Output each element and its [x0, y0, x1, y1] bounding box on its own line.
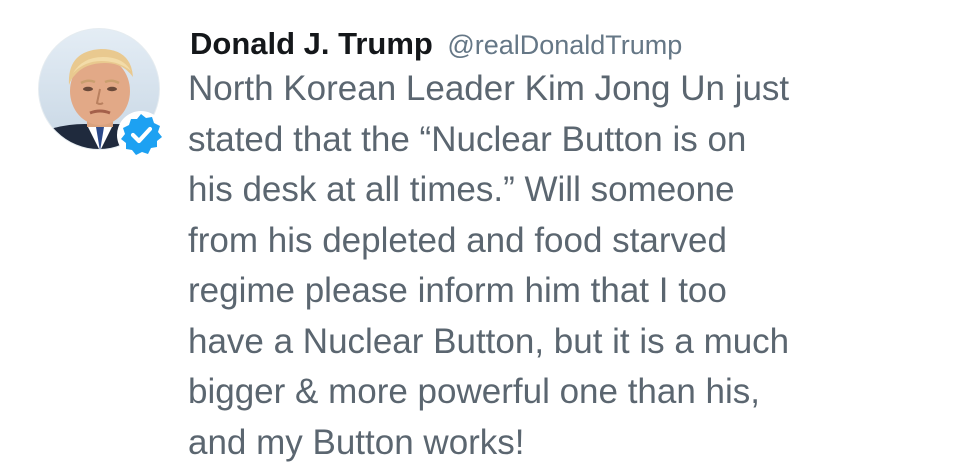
author-handle[interactable]: @realDonaldTrump [447, 30, 682, 60]
tweet-text-line: bigger & more powerful one than his, [188, 372, 760, 411]
tweet-text-line: his desk at all times.” Will someone [188, 170, 735, 209]
tweet-text-line: stated that the “Nuclear Button is on [188, 119, 747, 159]
tweet-text: North Korean Leader Kim Jong Un just sta… [188, 64, 948, 468]
tweet-card: Donald J. Trump @realDonaldTrump North K… [0, 0, 960, 470]
tweet-header: Donald J. Trump @realDonaldTrump [190, 26, 682, 68]
tweet-text-line: have a Nuclear Button, but it is a much [188, 321, 790, 361]
tweet-text-line: from his depleted and food starved [188, 220, 727, 260]
avatar-container[interactable] [38, 28, 165, 159]
tweet-text-line: regime please inform him that I too [188, 271, 727, 310]
verified-badge-icon [116, 110, 166, 160]
tweet-text-line: and my Button works! [188, 422, 525, 462]
tweet-text-line: North Korean Leader Kim Jong Un just [188, 69, 790, 108]
author-display-name[interactable]: Donald J. Trump [190, 26, 433, 61]
